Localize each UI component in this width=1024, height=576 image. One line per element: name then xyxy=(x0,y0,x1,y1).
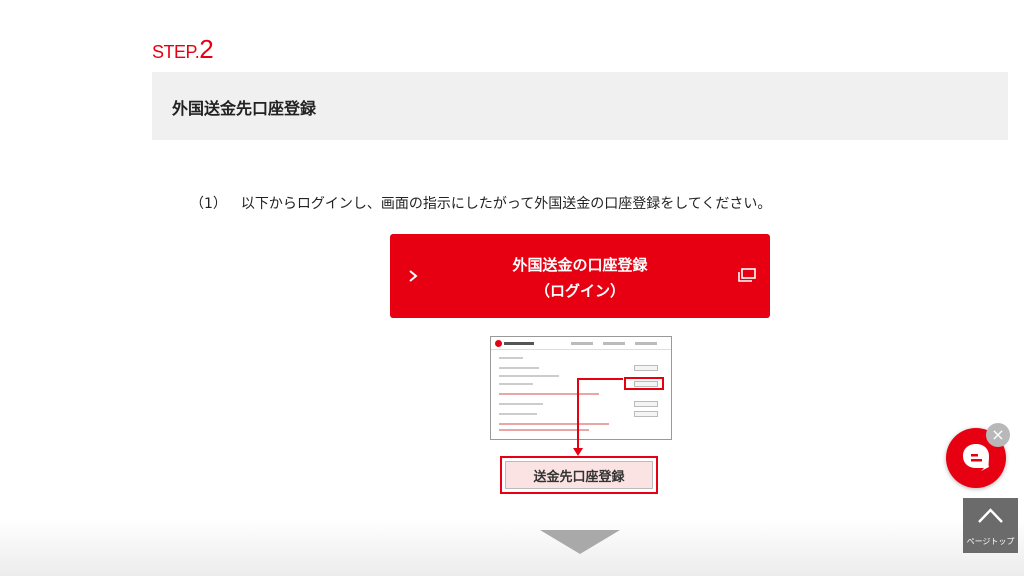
chevron-up-icon xyxy=(978,508,1003,523)
login-button-line2: （ログイン） xyxy=(534,282,625,300)
chat-close-button[interactable]: × xyxy=(986,423,1010,447)
step-prefix: STEP. xyxy=(152,42,200,62)
step-number: 2 xyxy=(199,34,214,64)
login-button-line1: 外国送金の口座登録 xyxy=(512,256,648,274)
page-top-button[interactable]: ページトップ xyxy=(963,498,1018,553)
instruction-body: 以下からログインし、画面の指示にしたがって外国送金の口座登録をしてください。 xyxy=(240,196,772,212)
step-down-arrow-icon xyxy=(540,530,620,554)
register-button-image: 送金先口座登録 xyxy=(500,456,658,494)
section-header: 外国送金先口座登録 xyxy=(152,72,1008,140)
bank-logo-icon xyxy=(495,340,502,347)
register-button-image-label: 送金先口座登録 xyxy=(505,461,653,489)
instruction-number: （1） xyxy=(190,196,227,212)
login-button[interactable]: 外国送金の口座登録 （ログイン） xyxy=(390,234,770,318)
page-top-label: ページトップ xyxy=(966,537,1015,546)
connector-arrow xyxy=(573,378,623,456)
chat-bubble-icon xyxy=(963,444,989,471)
instruction-text: （1） 以下からログインし、画面の指示にしたがって外国送金の口座登録をしてください… xyxy=(190,193,771,213)
bottom-fade xyxy=(0,518,1024,576)
external-window-icon xyxy=(738,268,756,282)
login-button-label: 外国送金の口座登録 （ログイン） xyxy=(390,252,770,304)
section-title: 外国送金先口座登録 xyxy=(172,99,317,118)
step-label: STEP.2 xyxy=(152,36,214,62)
